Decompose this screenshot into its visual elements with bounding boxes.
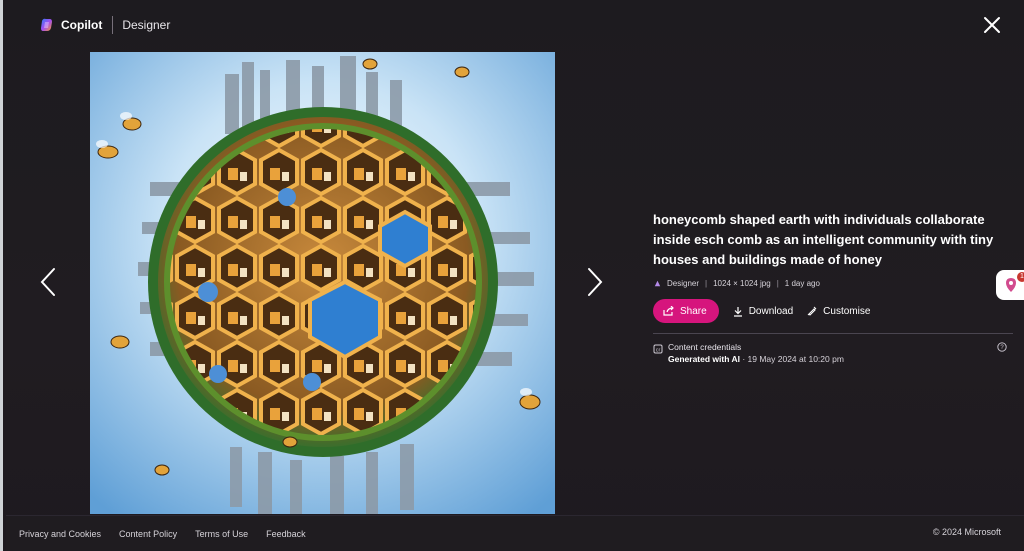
meta-source: Designer xyxy=(667,279,700,288)
viewer-frame: Copilot Designer honeycomb shaped earth … xyxy=(0,0,1024,551)
prompt-title: honeycomb shaped earth with individuals … xyxy=(653,212,994,267)
brand-name: Copilot xyxy=(61,18,103,32)
copyright: © 2024 Microsoft xyxy=(932,527,1001,537)
meta-age: 1 day ago xyxy=(784,279,820,288)
meta-separator: | xyxy=(705,279,708,288)
side-panel-button[interactable]: 1 xyxy=(996,270,1024,300)
content-credentials: cr Content credentials Generated with AI… xyxy=(653,342,1013,364)
svg-text:?: ? xyxy=(1000,345,1004,351)
footer: Privacy and Cookies Content Policy Terms… xyxy=(6,515,1024,551)
customise-button[interactable]: Customise xyxy=(807,306,870,317)
brand[interactable]: Copilot Designer xyxy=(39,16,170,34)
customise-label: Customise xyxy=(823,305,871,317)
divider xyxy=(653,333,1013,334)
meta-dimensions: 1024 × 1024 jpg xyxy=(713,279,771,288)
top-bar: Copilot Designer xyxy=(3,0,1024,50)
download-button[interactable]: Download xyxy=(733,306,793,317)
copilot-logo-icon xyxy=(41,18,52,31)
brand-divider xyxy=(112,16,114,34)
footer-link-terms[interactable]: Terms of Use xyxy=(195,529,248,539)
svg-text:cr: cr xyxy=(656,347,661,353)
credentials-title: Content credentials xyxy=(668,342,742,352)
footer-link-feedback[interactable]: Feedback xyxy=(266,529,306,539)
image-info-panel: honeycomb shaped earth with individuals … xyxy=(653,210,1013,364)
designer-icon xyxy=(654,280,661,287)
action-bar: Share Download Customise xyxy=(653,299,1013,323)
download-icon xyxy=(733,306,742,317)
close-icon[interactable] xyxy=(981,14,1003,36)
share-label: Share xyxy=(680,305,707,317)
generated-date: · 19 May 2024 at 10:20 pm xyxy=(739,354,844,364)
footer-link-content-policy[interactable]: Content Policy xyxy=(119,529,177,539)
generated-image[interactable] xyxy=(90,52,555,514)
share-button[interactable]: Share xyxy=(653,299,719,323)
product-name: Designer xyxy=(122,18,171,32)
honeycomb-earth-image xyxy=(90,52,555,514)
generated-label: Generated with AI xyxy=(668,354,740,364)
credentials-icon: cr xyxy=(653,344,663,354)
notification-badge: 1 xyxy=(1017,272,1024,282)
help-icon[interactable]: ? xyxy=(997,342,1007,352)
download-label: Download xyxy=(748,305,794,317)
customise-icon xyxy=(807,306,817,316)
footer-link-privacy[interactable]: Privacy and Cookies xyxy=(19,529,101,539)
meta-separator: | xyxy=(776,279,779,288)
credentials-line: Generated with AI · 19 May 2024 at 10:20… xyxy=(668,354,844,364)
chevron-right-icon[interactable] xyxy=(584,265,606,299)
chevron-left-icon[interactable] xyxy=(37,265,59,299)
image-meta: Designer | 1024 × 1024 jpg | 1 day ago xyxy=(653,279,1013,288)
share-icon xyxy=(663,306,674,316)
